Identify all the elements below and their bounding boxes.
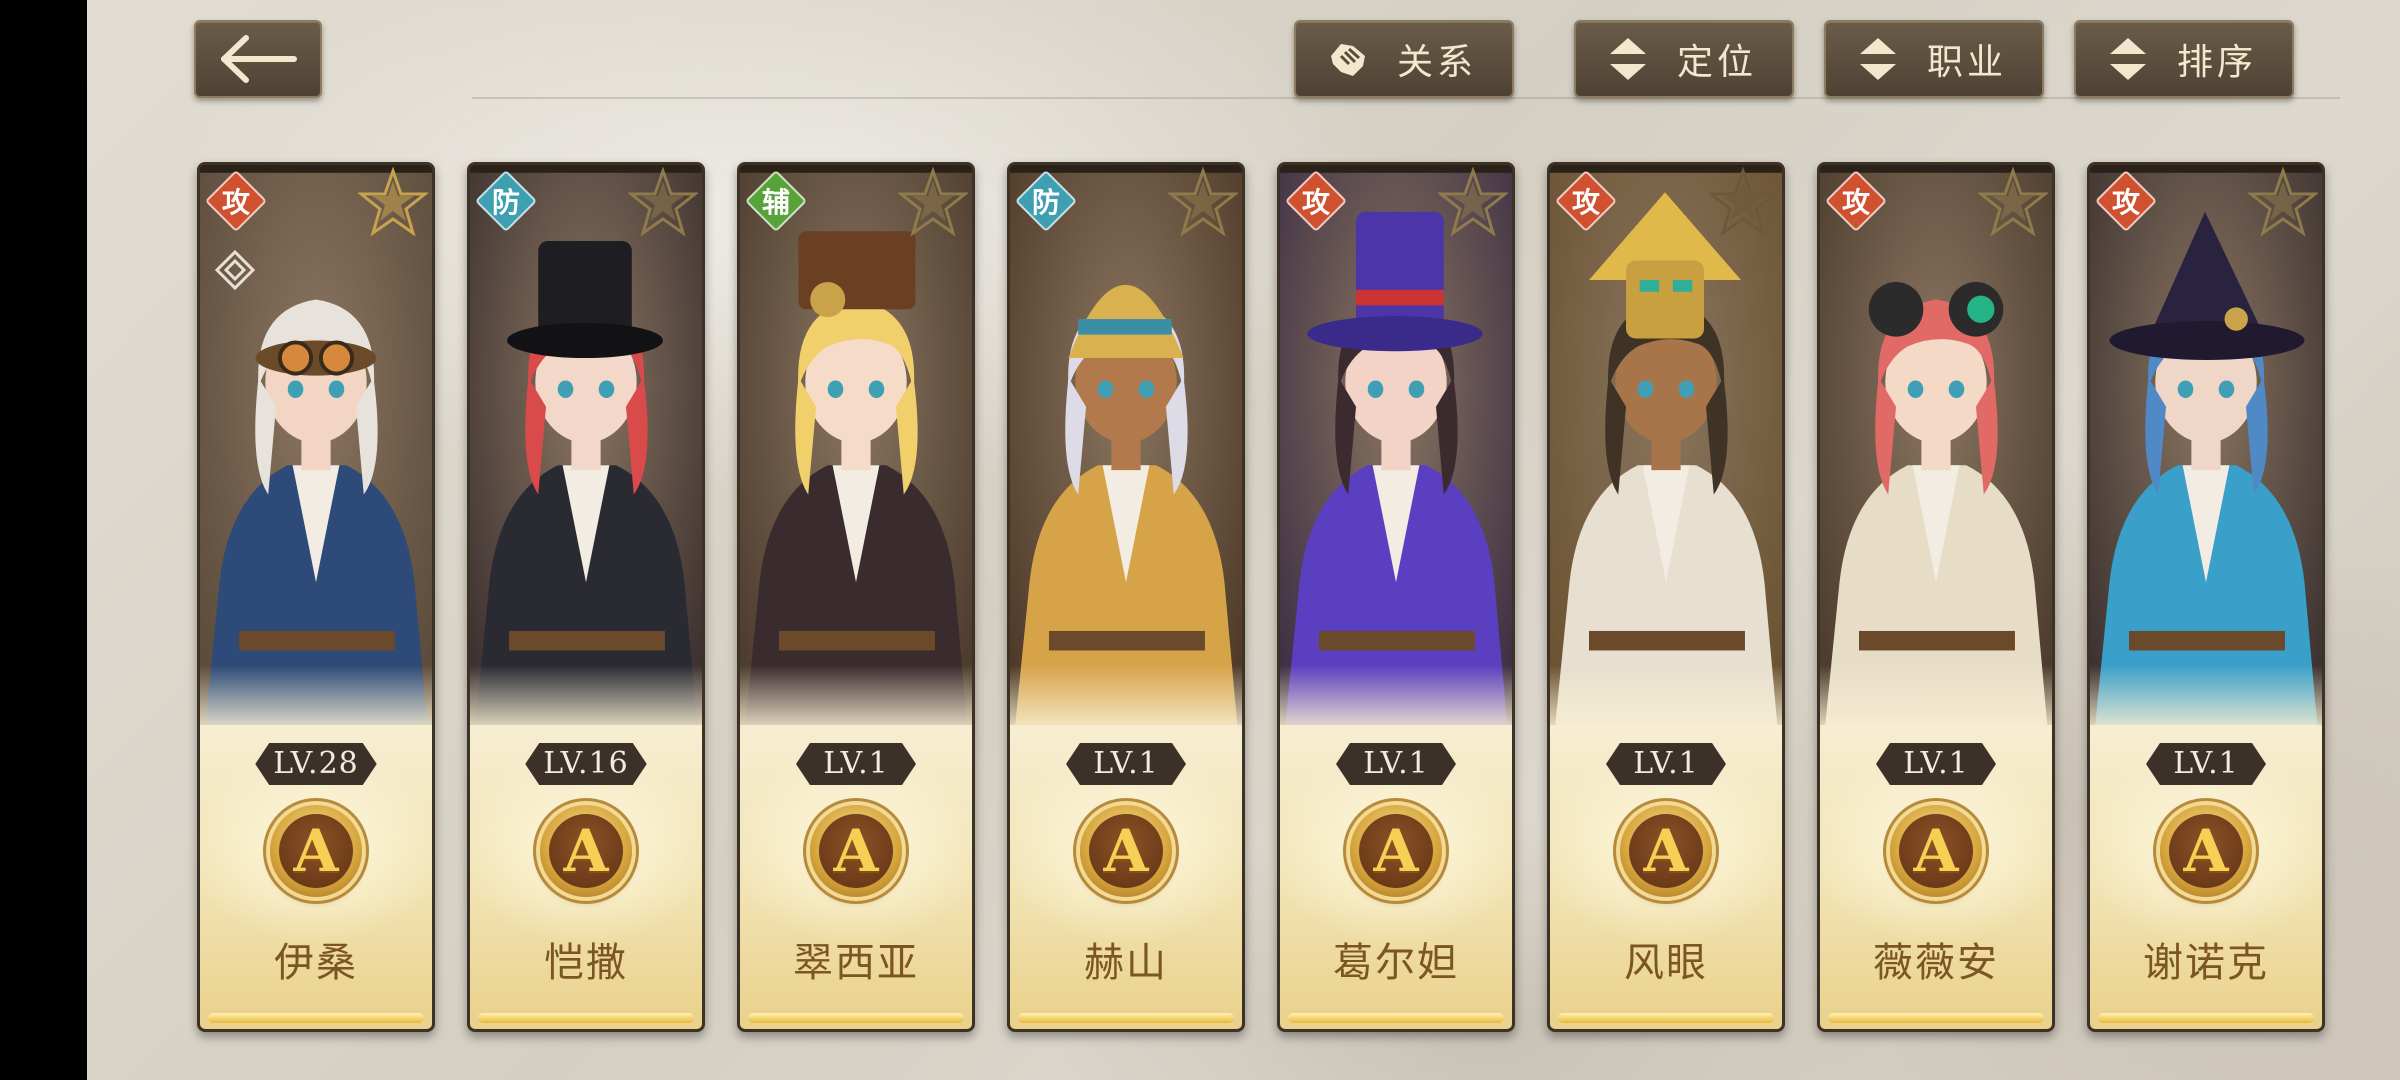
- star-icon: [1978, 167, 2048, 237]
- level-label: LV.1: [1066, 743, 1186, 785]
- grade-badge: A: [1350, 805, 1442, 897]
- card-gold-bar: [2098, 1013, 2314, 1023]
- sort-toggle-icon: [1598, 34, 1658, 84]
- card-gold-bar: [1288, 1013, 1504, 1023]
- position-label: 定位: [1676, 42, 1757, 83]
- level-label: LV.16: [525, 743, 647, 785]
- role-badge: 攻: [1284, 169, 1348, 233]
- star-icon: [1438, 167, 1508, 237]
- hero-card[interactable]: 辅 LV.1 A 翠西亚: [737, 162, 975, 1032]
- grade-badge: A: [270, 805, 362, 897]
- star-icon: [628, 167, 698, 237]
- grade-label: A: [549, 814, 623, 888]
- role-label: 攻: [1301, 186, 1330, 219]
- class-label: 职业: [1926, 42, 2007, 83]
- role-label: 防: [491, 186, 520, 219]
- role-label: 攻: [2111, 186, 2140, 219]
- level-label: LV.1: [1876, 743, 1996, 785]
- grade-badge: A: [1890, 805, 1982, 897]
- grade-label: A: [1359, 814, 1433, 888]
- role-badge: 攻: [1554, 169, 1618, 233]
- grade-label: A: [819, 814, 893, 888]
- hero-card[interactable]: 攻 LV.28 A 伊桑: [197, 162, 435, 1032]
- position-filter-button[interactable]: 定位: [1574, 20, 1794, 98]
- grade-label: A: [1089, 814, 1163, 888]
- card-gold-bar: [478, 1013, 694, 1023]
- equipment-icon: [214, 249, 256, 291]
- level-label: LV.1: [2146, 743, 2266, 785]
- hero-card[interactable]: 攻 LV.1 A 薇薇安: [1817, 162, 2055, 1032]
- role-badge: 攻: [1824, 169, 1888, 233]
- hero-roster-screen: 关系 定位 职业 排序 攻 LV.28 A 伊桑 防 LV.16 A 恺撒 辅 …: [87, 0, 2400, 1080]
- grade-badge: A: [540, 805, 632, 897]
- handshake-icon: [1318, 34, 1378, 84]
- sort-label: 排序: [2176, 42, 2257, 83]
- grade-label: A: [1629, 814, 1703, 888]
- hero-card[interactable]: 攻 LV.1 A 风眼: [1547, 162, 1785, 1032]
- role-badge: 辅: [744, 169, 808, 233]
- grade-badge: A: [1080, 805, 1172, 897]
- hero-name: 赫山: [1084, 940, 1168, 986]
- hero-card[interactable]: 防 LV.1 A 赫山: [1007, 162, 1245, 1032]
- hero-name: 葛尔妲: [1333, 940, 1459, 986]
- star-icon: [1168, 167, 1238, 237]
- level-label: LV.1: [796, 743, 916, 785]
- role-label: 攻: [221, 186, 250, 219]
- role-label: 辅: [761, 186, 790, 219]
- card-gold-bar: [1558, 1013, 1774, 1023]
- star-icon: [2248, 167, 2318, 237]
- hero-card[interactable]: 防 LV.16 A 恺撒: [467, 162, 705, 1032]
- grade-label: A: [2169, 814, 2243, 888]
- card-gold-bar: [208, 1013, 424, 1023]
- class-filter-button[interactable]: 职业: [1824, 20, 2044, 98]
- role-badge: 攻: [2094, 169, 2158, 233]
- role-badge: 防: [1014, 169, 1078, 233]
- grade-badge: A: [810, 805, 902, 897]
- grade-badge: A: [1620, 805, 1712, 897]
- hero-name: 翠西亚: [793, 940, 919, 986]
- star-icon: [1708, 167, 1778, 237]
- relation-button[interactable]: 关系: [1294, 20, 1514, 98]
- role-label: 防: [1031, 186, 1060, 219]
- level-label: LV.28: [255, 743, 377, 785]
- sort-toggle-icon: [1848, 34, 1908, 84]
- card-gold-bar: [748, 1013, 964, 1023]
- hero-name: 薇薇安: [1873, 940, 1999, 986]
- arrow-left-icon: [221, 35, 297, 83]
- card-gold-bar: [1828, 1013, 2044, 1023]
- grade-label: A: [1899, 814, 1973, 888]
- grade-label: A: [279, 814, 353, 888]
- hero-name: 风眼: [1624, 940, 1708, 986]
- sort-toggle-icon: [2098, 34, 2158, 84]
- hero-card[interactable]: 攻 LV.1 A 葛尔妲: [1277, 162, 1515, 1032]
- role-badge: 防: [474, 169, 538, 233]
- hero-name: 伊桑: [274, 940, 358, 986]
- grade-badge: A: [2160, 805, 2252, 897]
- back-button[interactable]: [194, 20, 322, 98]
- card-gold-bar: [1018, 1013, 1234, 1023]
- sort-button[interactable]: 排序: [2074, 20, 2294, 98]
- hero-name: 恺撒: [544, 940, 628, 986]
- star-icon: [898, 167, 968, 237]
- relation-label: 关系: [1396, 42, 1477, 83]
- role-badge: 攻: [204, 169, 268, 233]
- role-label: 攻: [1841, 186, 1870, 219]
- level-label: LV.1: [1606, 743, 1726, 785]
- hero-name: 谢诺克: [2143, 940, 2269, 986]
- hero-card[interactable]: 攻 LV.1 A 谢诺克: [2087, 162, 2325, 1032]
- level-label: LV.1: [1336, 743, 1456, 785]
- star-icon: [358, 167, 428, 237]
- role-label: 攻: [1571, 186, 1600, 219]
